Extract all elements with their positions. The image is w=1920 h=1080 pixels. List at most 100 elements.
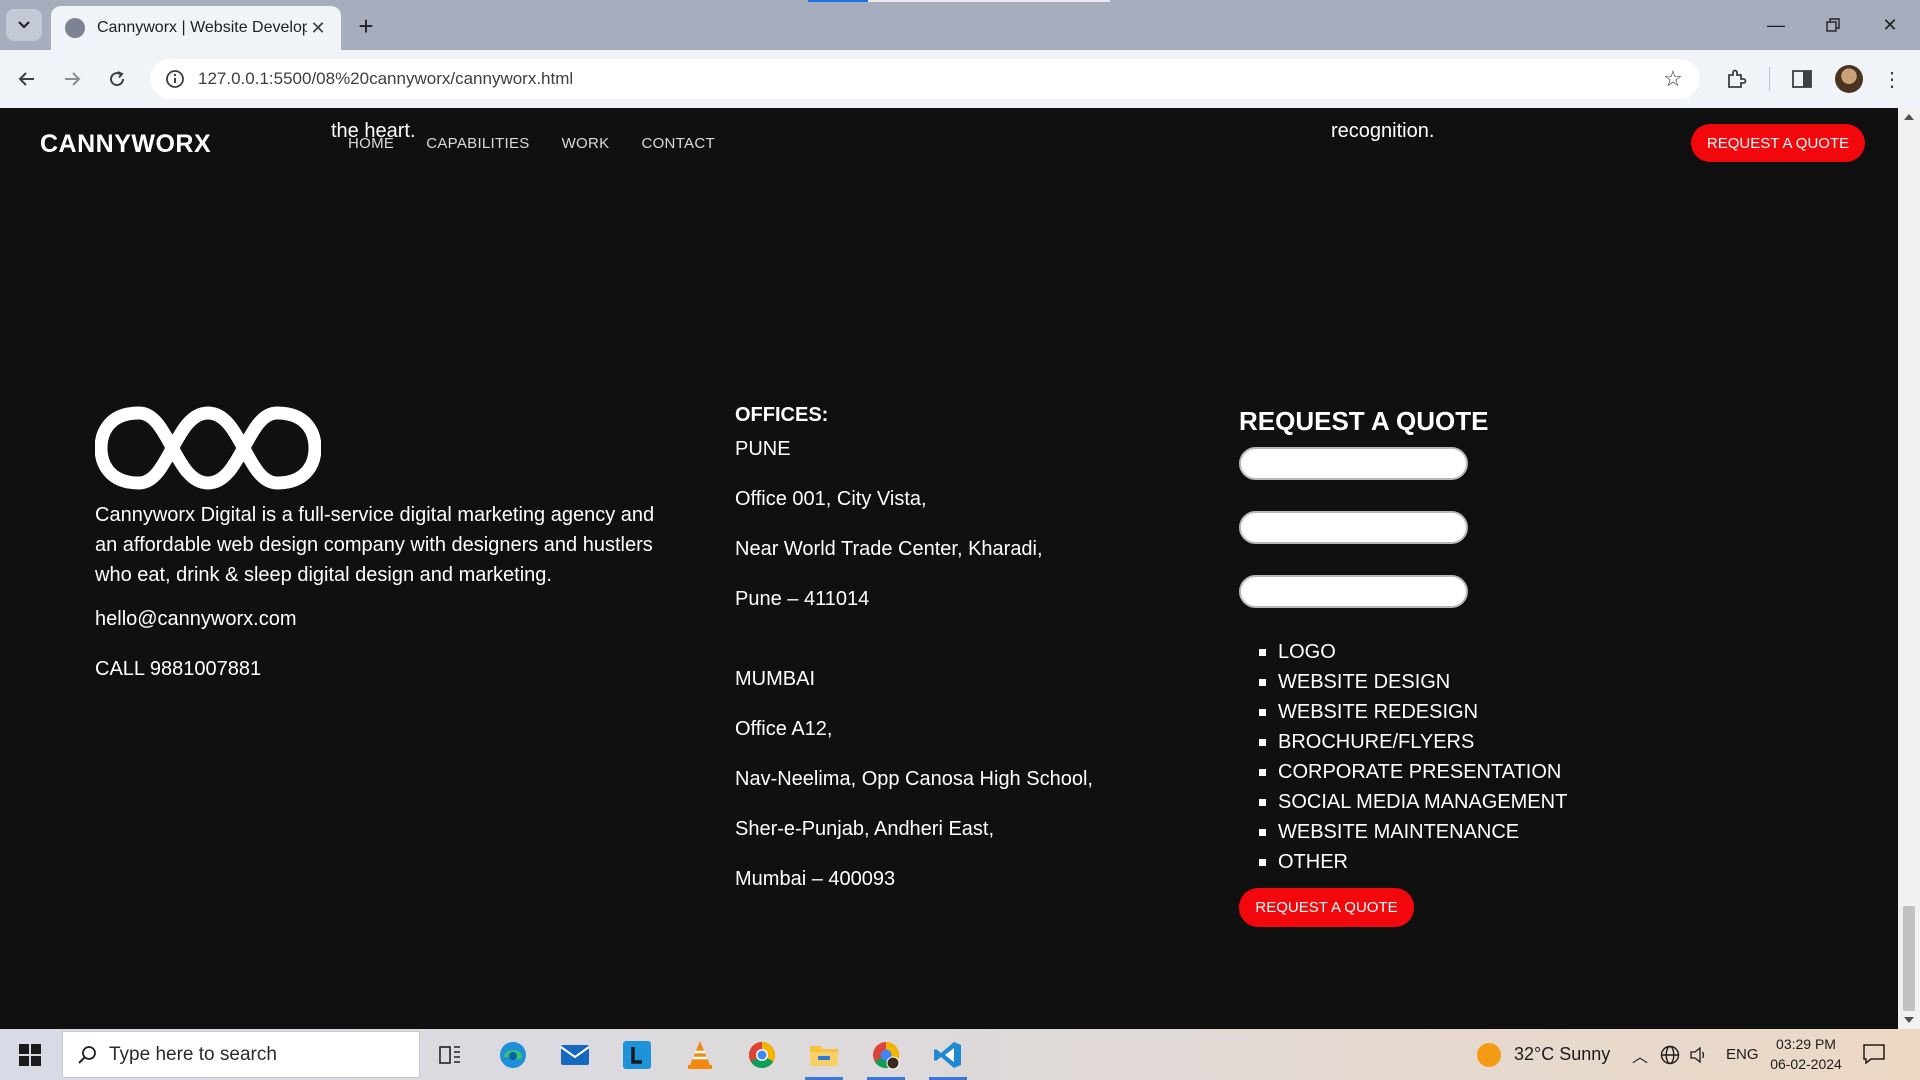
start-button[interactable] <box>10 1037 50 1073</box>
chevron-down-icon <box>18 21 30 29</box>
mail-app[interactable] <box>552 1035 598 1075</box>
quote-name-input[interactable] <box>1239 447 1468 480</box>
site-logo[interactable]: CANNYWORX <box>40 130 211 159</box>
office-address-line: Mumbai – 400093 <box>735 868 896 890</box>
address-bar[interactable]: 127.0.0.1:5500/08%20cannyworx/cannyworx.… <box>150 59 1700 99</box>
side-panel-icon <box>1792 70 1812 88</box>
contact-email-link[interactable]: hello@cannyworx.com <box>95 608 297 631</box>
weather-widget[interactable]: 32°C Sunny <box>1476 1029 1610 1080</box>
chrome-icon <box>873 1041 900 1070</box>
contact-phone-link[interactable]: CALL 9881007881 <box>95 658 261 681</box>
site-info-icon[interactable] <box>160 64 190 94</box>
list-item: SOCIAL MEDIA MANAGEMENT <box>1259 787 1567 817</box>
globe-network-icon[interactable] <box>1660 1045 1680 1065</box>
forward-button[interactable] <box>55 62 89 96</box>
reload-button[interactable] <box>100 62 134 96</box>
chevron-up-icon[interactable]: ︿ <box>1632 1043 1648 1067</box>
list-item: WEBSITE REDESIGN <box>1259 697 1567 727</box>
l-app[interactable] <box>614 1035 660 1075</box>
browser-toolbar: 127.0.0.1:5500/08%20cannyworx/cannyworx.… <box>0 50 1920 108</box>
url-text[interactable]: 127.0.0.1:5500/08%20cannyworx/cannyworx.… <box>198 69 1656 89</box>
sun-icon <box>1477 1042 1501 1067</box>
browser-tab-active[interactable]: Cannyworx | Website Developm ✕ <box>51 6 341 50</box>
scrollbar-thumb[interactable] <box>1903 906 1915 1011</box>
services-list: LOGO WEBSITE DESIGN WEBSITE REDESIGN BRO… <box>1239 637 1567 877</box>
folder-icon <box>810 1046 838 1066</box>
chrome-profile-app[interactable] <box>863 1035 909 1080</box>
edge-icon <box>500 1042 526 1068</box>
page-load-track <box>868 0 1110 2</box>
bullet-icon <box>1259 768 1266 776</box>
globe-icon <box>65 18 85 38</box>
file-explorer-app[interactable] <box>801 1035 847 1080</box>
arrow-right-icon <box>65 72 81 86</box>
nav-home[interactable]: HOME <box>348 135 394 152</box>
browser-menu-button[interactable]: ⋮ <box>1875 62 1909 96</box>
arrow-left-icon <box>18 72 34 86</box>
tab-search-button[interactable] <box>6 9 42 41</box>
mail-icon <box>560 1045 590 1065</box>
quote-email-input[interactable] <box>1239 511 1468 544</box>
restore-window-button[interactable] <box>1815 10 1851 40</box>
scroll-down-icon[interactable] <box>1904 1017 1914 1023</box>
system-clock[interactable]: 03:29 PM 06-02-2024 <box>1766 1034 1846 1074</box>
speaker-icon[interactable] <box>1688 1045 1708 1065</box>
tray-icons: ︿ ENG <box>1632 1029 1759 1080</box>
task-view-button[interactable] <box>427 1035 473 1075</box>
page-scrollbar[interactable] <box>1898 108 1920 1029</box>
vscode-app[interactable] <box>925 1035 971 1080</box>
language-indicator[interactable]: ENG <box>1726 1046 1759 1063</box>
chrome-icon <box>748 1041 776 1069</box>
service-label: BROCHURE/FLYERS <box>1278 731 1475 753</box>
close-window-button[interactable]: ✕ <box>1872 10 1908 40</box>
request-quote-form: REQUEST A QUOTE LOGO WEBSITE DESIGN WEBS… <box>1239 406 1567 927</box>
site-header: CANNYWORX HOME CAPABILITIES WORK CONTACT… <box>0 108 1898 178</box>
vlc-app[interactable] <box>677 1035 723 1075</box>
list-item: OTHER <box>1259 847 1567 877</box>
extensions-button[interactable] <box>1719 62 1753 96</box>
edge-app[interactable] <box>490 1035 536 1075</box>
service-label: WEBSITE DESIGN <box>1278 671 1451 693</box>
weather-text: 32°C Sunny <box>1514 1044 1611 1064</box>
page-load-indicator <box>808 0 868 2</box>
list-item: LOGO <box>1259 637 1567 667</box>
service-label: WEBSITE MAINTENANCE <box>1278 821 1520 843</box>
page-viewport: the heart. recognition. CANNYWORX HOME C… <box>0 108 1898 1029</box>
back-button[interactable] <box>10 62 44 96</box>
header-request-quote-button[interactable]: REQUEST A QUOTE <box>1691 124 1865 162</box>
l-app-icon <box>623 1041 651 1069</box>
nav-contact[interactable]: CONTACT <box>641 135 714 152</box>
office-address-line: Office 001, City Vista, <box>735 488 927 510</box>
list-item: WEBSITE DESIGN <box>1259 667 1567 697</box>
taskbar-search-box[interactable]: Type here to search <box>62 1031 420 1078</box>
windows-logo-icon <box>19 1044 41 1066</box>
submit-quote-button[interactable]: REQUEST A QUOTE <box>1239 888 1414 927</box>
close-tab-icon[interactable]: ✕ <box>307 17 329 39</box>
scroll-up-icon[interactable] <box>1904 114 1914 120</box>
tab-title: Cannyworx | Website Developm <box>97 19 307 36</box>
bullet-icon <box>1259 858 1266 866</box>
office-city-mumbai: MUMBAI <box>735 668 815 690</box>
service-label: LOGO <box>1278 641 1336 663</box>
new-tab-button[interactable]: + <box>352 11 380 41</box>
bookmark-star-icon[interactable]: ☆ <box>1656 62 1690 96</box>
clock-date: 06-02-2024 <box>1770 1056 1842 1072</box>
bullet-icon <box>1259 678 1266 686</box>
office-spacer <box>735 637 1093 667</box>
chrome-app[interactable] <box>739 1035 785 1075</box>
vscode-icon <box>934 1042 961 1068</box>
company-description: Cannyworx Digital is a full-service digi… <box>95 504 655 586</box>
notification-center-button[interactable] <box>1862 1042 1886 1071</box>
quote-form-heading: REQUEST A QUOTE <box>1239 406 1489 436</box>
nav-capabilities[interactable]: CAPABILITIES <box>426 135 529 152</box>
profile-avatar[interactable] <box>1835 65 1863 93</box>
quote-phone-input[interactable] <box>1239 575 1468 608</box>
browser-tab-bar: Cannyworx | Website Developm ✕ + — ✕ <box>0 0 1920 50</box>
clock-time: 03:29 PM <box>1776 1036 1836 1052</box>
bullet-icon <box>1259 648 1266 656</box>
side-panel-button[interactable] <box>1785 62 1819 96</box>
office-address-line: Office A12, <box>735 718 833 740</box>
office-city-pune: PUNE <box>735 438 791 460</box>
minimize-window-button[interactable]: — <box>1758 10 1794 40</box>
nav-work[interactable]: WORK <box>562 135 610 152</box>
